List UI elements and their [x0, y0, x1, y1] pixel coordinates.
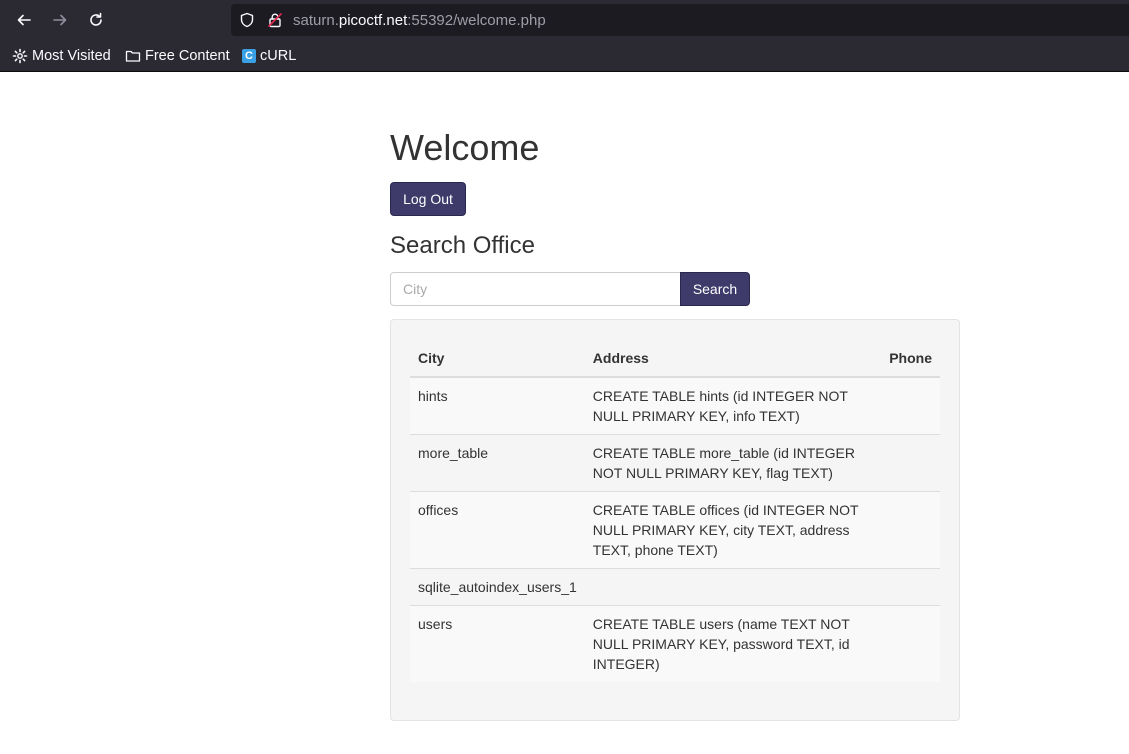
reload-button[interactable] [84, 8, 108, 32]
insecure-lock-icon[interactable] [267, 12, 283, 33]
curl-icon: C [242, 49, 256, 63]
bookmark-label: cURL [260, 48, 297, 64]
cell-phone [881, 491, 940, 569]
results-panel: City Address Phone hints CREATE TABLE hi… [390, 319, 960, 721]
browser-toolbar: saturn.picoctf.net:55392/welcome.php [0, 0, 1129, 40]
bookmark-free-content[interactable]: Free Content [125, 47, 230, 65]
column-header-phone: Phone [881, 339, 940, 378]
cell-city: sqlite_autoindex_users_1 [410, 568, 585, 606]
table-row: more_table CREATE TABLE more_table (id I… [410, 434, 940, 492]
folder-icon [125, 48, 141, 64]
page-title: Welcome [390, 127, 540, 168]
table-header-row: City Address Phone [410, 339, 940, 378]
cell-phone [881, 434, 940, 492]
arrow-left-icon [17, 14, 31, 26]
cell-address: CREATE TABLE more_table (id INTEGER NOT … [584, 434, 882, 492]
cell-phone [881, 605, 940, 682]
table-row: sqlite_autoindex_users_1 [410, 568, 940, 606]
bookmark-label: Most Visited [32, 48, 111, 64]
table-row: users CREATE TABLE users (name TEXT NOT … [410, 605, 940, 682]
cell-phone [881, 568, 940, 606]
gear-icon [12, 48, 28, 64]
bookmark-label: Free Content [145, 48, 230, 64]
results-table: City Address Phone hints CREATE TABLE hi… [410, 339, 940, 682]
cell-address [584, 568, 882, 606]
cell-city: hints [410, 376, 585, 435]
url-path: :55392/welcome.php [407, 12, 546, 29]
city-search-input[interactable] [390, 272, 681, 306]
cell-city: offices [410, 491, 585, 569]
column-header-city: City [410, 339, 585, 378]
column-header-address: Address [584, 339, 882, 378]
cell-address: CREATE TABLE users (name TEXT NOT NULL P… [584, 605, 882, 682]
table-row: offices CREATE TABLE offices (id INTEGER… [410, 491, 940, 569]
arrow-right-icon [53, 14, 67, 26]
logout-button[interactable]: Log Out [390, 182, 466, 216]
page-content: Welcome Log Out Search Office Search Cit… [0, 72, 1129, 754]
cell-city: users [410, 605, 585, 682]
search-button[interactable]: Search [680, 272, 750, 306]
forward-button[interactable] [48, 8, 72, 32]
url-host: picoctf.net [338, 12, 408, 29]
cell-address: CREATE TABLE offices (id INTEGER NOT NUL… [584, 491, 882, 569]
search-heading: Search Office [390, 232, 535, 259]
cell-phone [881, 376, 940, 435]
bookmark-most-visited[interactable]: Most Visited [12, 47, 111, 65]
table-row: hints CREATE TABLE hints (id INTEGER NOT… [410, 376, 940, 435]
bookmark-curl[interactable]: C cURL [242, 47, 296, 65]
shield-icon[interactable] [239, 12, 255, 33]
cell-city: more_table [410, 434, 585, 492]
url-text[interactable]: saturn.picoctf.net:55392/welcome.php [293, 12, 546, 29]
bookmarks-bar: Most Visited Free Content C cURL [0, 40, 1129, 72]
address-bar[interactable]: saturn.picoctf.net:55392/welcome.php [231, 4, 1129, 36]
reload-icon [90, 12, 102, 26]
cell-address: CREATE TABLE hints (id INTEGER NOT NULL … [584, 376, 882, 435]
back-button[interactable] [12, 8, 36, 32]
url-prefix: saturn. [293, 12, 339, 29]
